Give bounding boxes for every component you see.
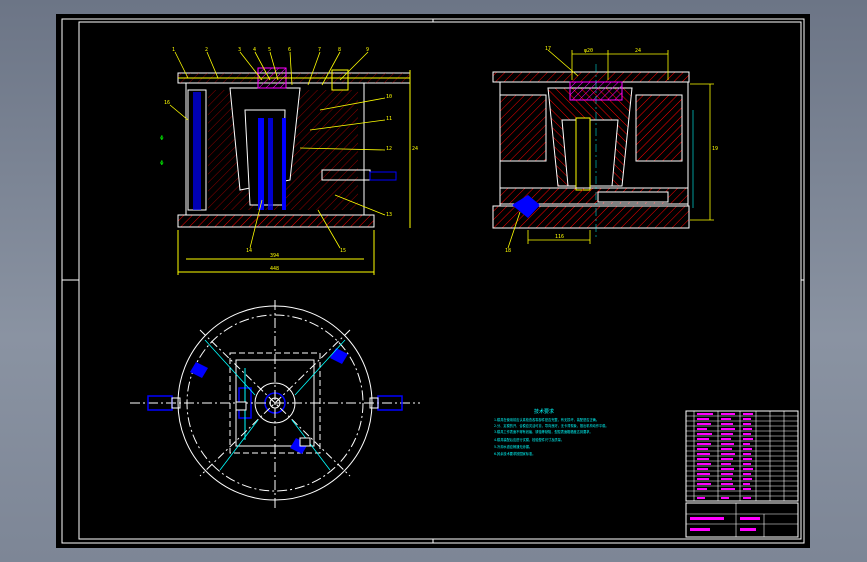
drawing-sheet [56,14,810,548]
svg-text:7: 7 [318,47,321,53]
front-width-inner-label: 394 [270,253,279,259]
svg-text:16: 16 [164,100,170,106]
svg-text:9: 9 [366,47,369,53]
side-top-left-dim: φ20 [584,48,593,54]
svg-text:19: 19 [712,146,718,152]
svg-text:17: 17 [545,46,551,52]
svg-text:10: 10 [386,94,392,100]
notes-title: 技术要求 [534,408,554,415]
notes-line-4: 4.模具装配后应进行试模，检验塑件尺寸及质量。 [494,437,564,442]
notes-line-1: 1.模具在使用前应认真检查各零部件是否完整，有无损坏，装配是否正确。 [494,417,599,422]
notes-line-5: 5.冷却水道应畅通无渗漏。 [494,444,532,449]
svg-text:1: 1 [172,47,175,53]
svg-text:6: 6 [288,47,291,53]
svg-text:Φ: Φ [160,135,164,142]
cad-viewport[interactable]: 123 456 789 10 11 12 13 14 15 16 394 448 24 … [0,0,867,562]
notes-line-6: 6.其余技术要求按国家标准。 [494,451,535,456]
front-width-outer-label: 448 [270,266,279,272]
svg-text:4: 4 [253,47,256,53]
svg-text:18: 18 [505,248,511,254]
svg-text:12: 12 [386,146,392,152]
side-bottom-dim: 116 [555,234,564,240]
svg-text:3: 3 [238,47,241,53]
svg-text:15: 15 [340,248,346,254]
front-height-label: 24 [412,146,418,152]
svg-text:2: 2 [205,47,208,53]
svg-text:14: 14 [246,248,252,254]
side-top-right-dim: 24 [635,48,641,54]
notes-line-2: 2.分、定模的开、合模应灵活可靠，导向良好，无卡滞现象，推出机构动作平稳。 [494,423,609,428]
svg-text:11: 11 [386,116,392,122]
notes-line-3: 3.模具工作表面不得有划痕、锈蚀等缺陷，型腔表面粗糙度达到要求。 [494,429,593,434]
svg-text:8: 8 [338,47,341,53]
svg-text:13: 13 [386,212,392,218]
svg-text:5: 5 [268,47,271,53]
svg-text:Φ: Φ [160,160,164,167]
